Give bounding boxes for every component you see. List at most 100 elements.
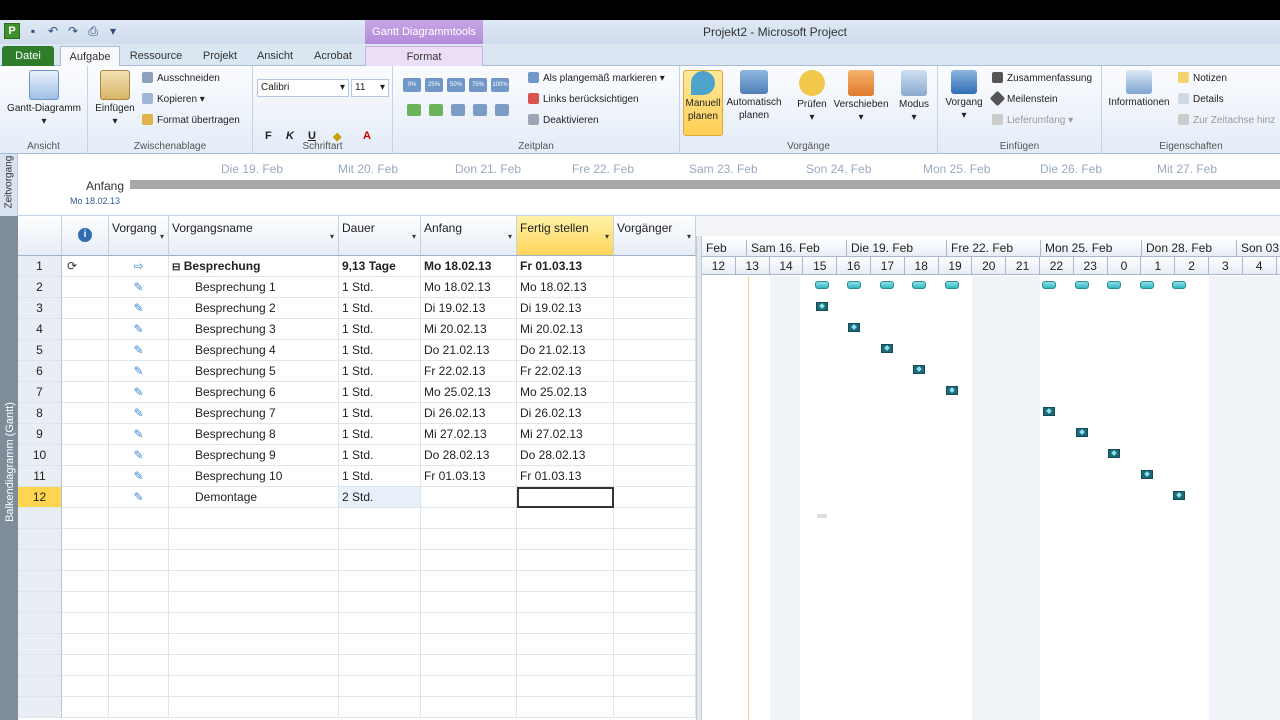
start-cell[interactable] bbox=[421, 697, 517, 718]
progress-25-button[interactable]: 25% bbox=[425, 78, 443, 92]
tab-acrobat[interactable]: Acrobat bbox=[305, 46, 361, 66]
task-mode-cell[interactable] bbox=[109, 613, 169, 634]
task-mode-cell[interactable]: ✎ bbox=[109, 424, 169, 445]
predecessor-cell[interactable] bbox=[614, 382, 696, 403]
predecessor-cell[interactable] bbox=[614, 508, 696, 529]
predecessor-cell[interactable] bbox=[614, 466, 696, 487]
font-size-box[interactable]: 11 ▾ bbox=[351, 79, 389, 97]
duration-cell[interactable] bbox=[339, 571, 421, 592]
duration-cell[interactable]: 1 Std. bbox=[339, 466, 421, 487]
row-number[interactable]: 8 bbox=[18, 403, 62, 424]
finish-cell[interactable] bbox=[517, 487, 614, 508]
predecessor-cell[interactable] bbox=[614, 613, 696, 634]
predecessor-cell[interactable] bbox=[614, 256, 696, 277]
filter-dropdown-icon[interactable]: ▾ bbox=[412, 232, 416, 241]
task-mode-cell[interactable] bbox=[109, 634, 169, 655]
task-name-cell[interactable] bbox=[169, 613, 339, 634]
task-name-column-header[interactable]: Vorgangsname ▾ bbox=[169, 216, 339, 256]
progress-50-button[interactable]: 50% bbox=[447, 78, 465, 92]
copy-button[interactable]: Kopieren ▾ bbox=[142, 91, 205, 109]
row-number[interactable]: 5 bbox=[18, 340, 62, 361]
filter-dropdown-icon[interactable]: ▾ bbox=[160, 232, 164, 241]
table-row[interactable]: 5 ✎ Besprechung 41 Std. Do 21.02.13 Do 21.02… bbox=[18, 340, 696, 361]
summary-bar-segment[interactable] bbox=[815, 281, 829, 289]
task-mode-cell[interactable] bbox=[109, 676, 169, 697]
row-number[interactable]: 3 bbox=[18, 298, 62, 319]
summary-bar-segment[interactable] bbox=[847, 281, 861, 289]
finish-cell[interactable] bbox=[517, 592, 614, 613]
task-name-cell[interactable]: Besprechung 4 bbox=[169, 340, 339, 361]
predecessor-cell[interactable] bbox=[614, 697, 696, 718]
select-all-corner[interactable] bbox=[18, 216, 62, 256]
task-mode-cell[interactable]: ⇨ bbox=[109, 256, 169, 277]
information-button[interactable]: Informationen bbox=[1104, 70, 1174, 109]
task-bar[interactable] bbox=[1141, 470, 1153, 479]
finish-cell[interactable]: Do 21.02.13 bbox=[517, 340, 614, 361]
indicator-cell[interactable] bbox=[62, 298, 109, 319]
add-to-timeline-button[interactable]: Zur Zeitachse hinz bbox=[1178, 112, 1275, 130]
task-mode-cell[interactable] bbox=[109, 529, 169, 550]
table-row[interactable]: 1 ⟳ ⇨ ⊟ Besprechung 9,13 Tage Mo 18.02.13 Fr 0… bbox=[18, 256, 696, 277]
finish-cell[interactable] bbox=[517, 634, 614, 655]
format-painter-button[interactable]: Format übertragen bbox=[142, 112, 240, 130]
start-cell[interactable]: Mi 27.02.13 bbox=[421, 424, 517, 445]
task-name-cell[interactable]: Besprechung 1 bbox=[169, 277, 339, 298]
duration-cell[interactable] bbox=[339, 634, 421, 655]
progress-100-button[interactable]: 100% bbox=[491, 78, 509, 92]
row-number[interactable] bbox=[18, 592, 62, 613]
task-bar[interactable] bbox=[816, 302, 828, 311]
finish-cell[interactable] bbox=[517, 571, 614, 592]
finish-cell[interactable]: Di 26.02.13 bbox=[517, 403, 614, 424]
indicator-cell[interactable] bbox=[62, 550, 109, 571]
duration-cell[interactable] bbox=[339, 697, 421, 718]
duration-cell[interactable]: 1 Std. bbox=[339, 277, 421, 298]
task-mode-cell[interactable]: ✎ bbox=[109, 403, 169, 424]
tab-ansicht[interactable]: Ansicht bbox=[250, 46, 300, 66]
row-number[interactable]: 4 bbox=[18, 319, 62, 340]
row-number[interactable] bbox=[18, 571, 62, 592]
finish-cell[interactable] bbox=[517, 676, 614, 697]
notes-button[interactable]: Notizen bbox=[1178, 70, 1227, 88]
row-number[interactable] bbox=[18, 634, 62, 655]
filter-dropdown-icon[interactable]: ▾ bbox=[605, 232, 609, 241]
indicator-cell[interactable] bbox=[62, 613, 109, 634]
summary-bar-segment[interactable] bbox=[1140, 281, 1154, 289]
timeline-bar[interactable] bbox=[130, 180, 1280, 189]
duration-column-header[interactable]: Dauer ▾ bbox=[339, 216, 421, 256]
finish-cell[interactable]: Mo 25.02.13 bbox=[517, 382, 614, 403]
start-cell[interactable] bbox=[421, 508, 517, 529]
finish-cell[interactable] bbox=[517, 529, 614, 550]
indicator-cell[interactable] bbox=[62, 382, 109, 403]
unlink-icon[interactable] bbox=[495, 104, 509, 116]
row-number[interactable] bbox=[18, 676, 62, 697]
respect-links-button[interactable]: Links berücksichtigen bbox=[528, 91, 639, 109]
finish-cell[interactable] bbox=[517, 655, 614, 676]
indicator-cell[interactable] bbox=[62, 466, 109, 487]
table-row[interactable]: 7 ✎ Besprechung 61 Std. Mo 25.02.13 Mo 25.02… bbox=[18, 382, 696, 403]
task-name-cell[interactable]: ⊟ Besprechung bbox=[169, 256, 339, 277]
mark-on-track-button[interactable]: Als plangemäß markieren ▾ bbox=[528, 70, 665, 88]
task-mode-cell[interactable]: ✎ bbox=[109, 298, 169, 319]
task-mode-cell[interactable]: ✎ bbox=[109, 487, 169, 508]
task-name-cell[interactable]: Besprechung 5 bbox=[169, 361, 339, 382]
row-number[interactable] bbox=[18, 508, 62, 529]
table-row[interactable] bbox=[18, 571, 696, 592]
font-name-box[interactable]: Calibri ▾ bbox=[257, 79, 349, 97]
tab-projekt[interactable]: Projekt bbox=[195, 46, 245, 66]
start-cell[interactable] bbox=[421, 529, 517, 550]
duration-cell[interactable]: 1 Std. bbox=[339, 403, 421, 424]
indicator-cell[interactable]: ⟳ bbox=[62, 256, 109, 277]
link-icon[interactable] bbox=[473, 104, 487, 116]
mode-button[interactable]: Modus ▾ bbox=[892, 70, 936, 124]
finish-cell[interactable]: Fr 01.03.13 bbox=[517, 256, 614, 277]
row-number[interactable]: 9 bbox=[18, 424, 62, 445]
table-row[interactable] bbox=[18, 676, 696, 697]
filter-dropdown-icon[interactable]: ▾ bbox=[330, 232, 334, 241]
start-cell[interactable]: Mo 18.02.13 bbox=[421, 277, 517, 298]
task-mode-cell[interactable]: ✎ bbox=[109, 466, 169, 487]
finish-cell[interactable]: Mi 20.02.13 bbox=[517, 319, 614, 340]
duration-cell[interactable] bbox=[339, 529, 421, 550]
filter-dropdown-icon[interactable]: ▾ bbox=[687, 232, 691, 241]
task-mode-cell[interactable] bbox=[109, 655, 169, 676]
deliverable-button[interactable]: Lieferumfang ▾ bbox=[992, 112, 1073, 130]
